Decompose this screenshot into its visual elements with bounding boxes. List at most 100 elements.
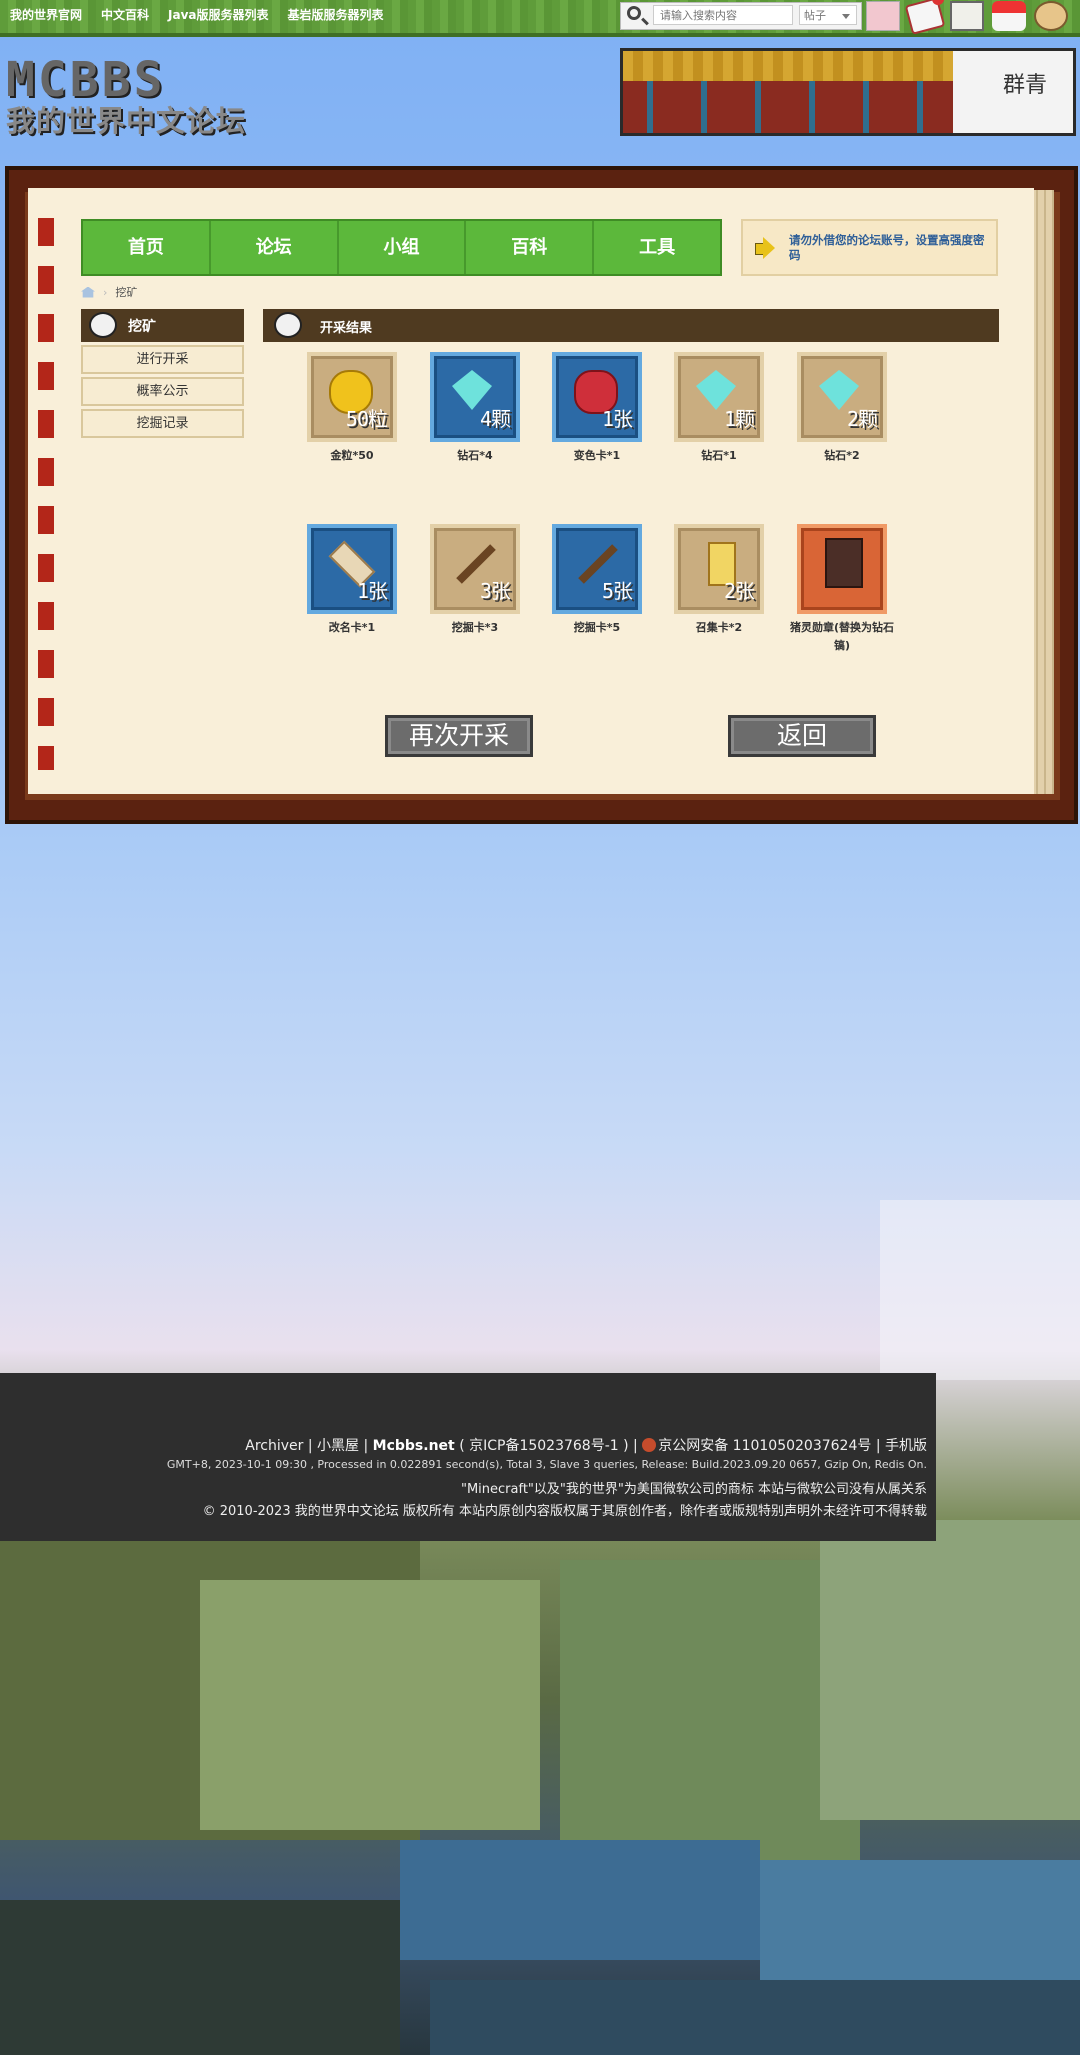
- reward-label: 钻石*2: [824, 449, 860, 462]
- scroll-badge-icon: [89, 312, 117, 338]
- reward-item: 1颗 钻石*1: [665, 352, 773, 465]
- reward-item: 1张 改名卡*1: [298, 524, 406, 637]
- footer-site[interactable]: Mcbbs.net: [373, 1438, 455, 1454]
- reward-item: 5张 挖掘卡*5: [543, 524, 651, 637]
- message-icon[interactable]: [904, 0, 946, 35]
- chevron-down-icon: [842, 14, 850, 19]
- footer-links: Archiver | 小黑屋 | Mcbbs.net ( 京ICP备150237…: [245, 1435, 927, 1455]
- link-wiki[interactable]: 中文百科: [101, 6, 149, 23]
- cake-icon[interactable]: [992, 1, 1026, 31]
- header-banner[interactable]: 群青: [620, 48, 1076, 136]
- background-scenery: [0, 1480, 1080, 2055]
- reward-slot: 2张: [674, 524, 764, 614]
- footer-copyright: © 2010-2023 我的世界中文论坛 版权所有 本站内原创内容版权属于其原创…: [202, 1504, 927, 1519]
- footer: Archiver | 小黑屋 | Mcbbs.net ( 京ICP备150237…: [0, 1373, 936, 1541]
- nav-groups[interactable]: 小组: [339, 221, 467, 274]
- search-icon[interactable]: [627, 6, 641, 20]
- nav-tools[interactable]: 工具: [594, 221, 720, 274]
- nav-wiki[interactable]: 百科: [466, 221, 595, 274]
- home-icon[interactable]: [81, 286, 95, 298]
- nav-forum[interactable]: 论坛: [211, 221, 339, 274]
- search-type-value: 帖子: [804, 9, 826, 22]
- top-links: 我的世界官网 中文百科 Java版服务器列表 基岩版服务器列表: [10, 6, 384, 23]
- search-box: 帖子: [620, 2, 862, 30]
- nav-home[interactable]: 首页: [83, 221, 211, 274]
- police-badge-icon: [642, 1438, 657, 1452]
- reward-qty: 1颗: [723, 407, 755, 431]
- user-toolbar: [866, 0, 1068, 35]
- footer-mobile[interactable]: | 手机版: [871, 1438, 927, 1454]
- footer-police[interactable]: 京公网安备 11010502037624号: [658, 1438, 871, 1454]
- sidebar-item-mine[interactable]: 进行开采: [81, 345, 244, 374]
- mine-again-button[interactable]: 再次开采: [385, 715, 533, 757]
- sidebar: 挖矿 进行开采 概率公示 挖掘记录: [81, 309, 244, 438]
- reward-slot: 1张: [307, 524, 397, 614]
- reward-item: 3张 挖掘卡*3: [421, 524, 529, 637]
- footer-stats: GMT+8, 2023-10-1 09:30 , Processed in 0.…: [166, 1458, 927, 1471]
- palette-icon[interactable]: [1034, 1, 1068, 31]
- reward-qty: 4颗: [479, 407, 511, 431]
- reward-label: 改名卡*1: [328, 621, 376, 634]
- notice-box[interactable]: 请勿外借您的论坛账号，设置高强度密码: [741, 219, 998, 276]
- sidebar-item-probability[interactable]: 概率公示: [81, 377, 244, 406]
- reward-label: 变色卡*1: [573, 449, 621, 462]
- site-logo[interactable]: MCBBS 我的世界中文论坛: [6, 50, 259, 138]
- footer-icp[interactable]: ( 京ICP备15023768号-1 ) |: [455, 1438, 642, 1454]
- reward-qty: 2颗: [846, 407, 878, 431]
- search-input[interactable]: [653, 5, 793, 25]
- reward-slot: [797, 524, 887, 614]
- results-title: 开采结果: [320, 321, 373, 336]
- reward-item: 1张 变色卡*1: [543, 352, 651, 465]
- link-java-servers[interactable]: Java版服务器列表: [168, 6, 268, 23]
- content-paper: [28, 188, 1034, 794]
- speaker-icon: [755, 237, 775, 259]
- reward-label: 挖掘卡*3: [451, 621, 499, 634]
- reward-item: 50粒 金粒*50: [298, 352, 406, 465]
- link-official-site[interactable]: 我的世界官网: [10, 6, 82, 23]
- banner-text: 群青: [1002, 73, 1047, 98]
- results-header: 开采结果: [263, 309, 999, 342]
- reward-label: 钻石*4: [457, 449, 493, 462]
- main-nav: 首页 论坛 小组 百科 工具: [81, 219, 722, 276]
- reward-qty: 50粒: [345, 407, 388, 431]
- reward-slot: 50粒: [307, 352, 397, 442]
- reward-slot: 3张: [430, 524, 520, 614]
- cloud: [880, 1200, 1080, 1380]
- reward-label: 猪灵勋章(替换为钻石镐): [789, 621, 895, 652]
- reward-qty: 1张: [601, 407, 633, 431]
- logo-subtitle: 我的世界中文论坛: [6, 104, 247, 138]
- footer-links-text[interactable]: Archiver | 小黑屋 |: [245, 1438, 372, 1454]
- reward-item: 猪灵勋章(替换为钻石镐): [788, 524, 896, 655]
- chevron-right-icon: ›: [103, 285, 108, 299]
- reward-item: 2颗 钻石*2: [788, 352, 896, 465]
- reward-slot: 2颗: [797, 352, 887, 442]
- reward-qty: 2张: [723, 579, 755, 603]
- reward-slot: 1张: [552, 352, 642, 442]
- reward-label: 金粒*50: [330, 449, 374, 462]
- reward-item: 4颗 钻石*4: [421, 352, 529, 465]
- reward-qty: 1张: [356, 579, 388, 603]
- reward-qty: 3张: [479, 579, 511, 603]
- reward-item: 2张 召集卡*2: [665, 524, 773, 637]
- avatar[interactable]: [866, 1, 900, 31]
- breadcrumb-current[interactable]: 挖矿: [115, 284, 137, 300]
- breadcrumb: › 挖矿: [81, 284, 137, 300]
- reward-slot: 1颗: [674, 352, 764, 442]
- reward-label: 钻石*1: [701, 449, 737, 462]
- cube-icon[interactable]: [950, 1, 984, 31]
- notice-text: 请勿外借您的论坛账号，设置高强度密码: [789, 233, 985, 262]
- back-button[interactable]: 返回: [728, 715, 876, 757]
- sidebar-header: 挖矿: [81, 309, 244, 342]
- reward-label: 召集卡*2: [695, 621, 743, 634]
- reward-slot: 5张: [552, 524, 642, 614]
- scroll-badge-icon: [274, 312, 302, 338]
- sidebar-item-history[interactable]: 挖掘记录: [81, 409, 244, 438]
- sidebar-title: 挖矿: [128, 319, 156, 335]
- search-type-select[interactable]: 帖子: [799, 5, 857, 25]
- reward-slot: 4颗: [430, 352, 520, 442]
- footer-trademark: "Minecraft"以及"我的世界"为美国微软公司的商标 本站与微软公司没有从…: [460, 1482, 927, 1497]
- reward-label: 挖掘卡*5: [573, 621, 621, 634]
- link-bedrock-servers[interactable]: 基岩版服务器列表: [288, 6, 384, 23]
- decorative-ribbon: [38, 218, 54, 770]
- top-bar: 我的世界官网 中文百科 Java版服务器列表 基岩版服务器列表 帖子: [0, 0, 1080, 37]
